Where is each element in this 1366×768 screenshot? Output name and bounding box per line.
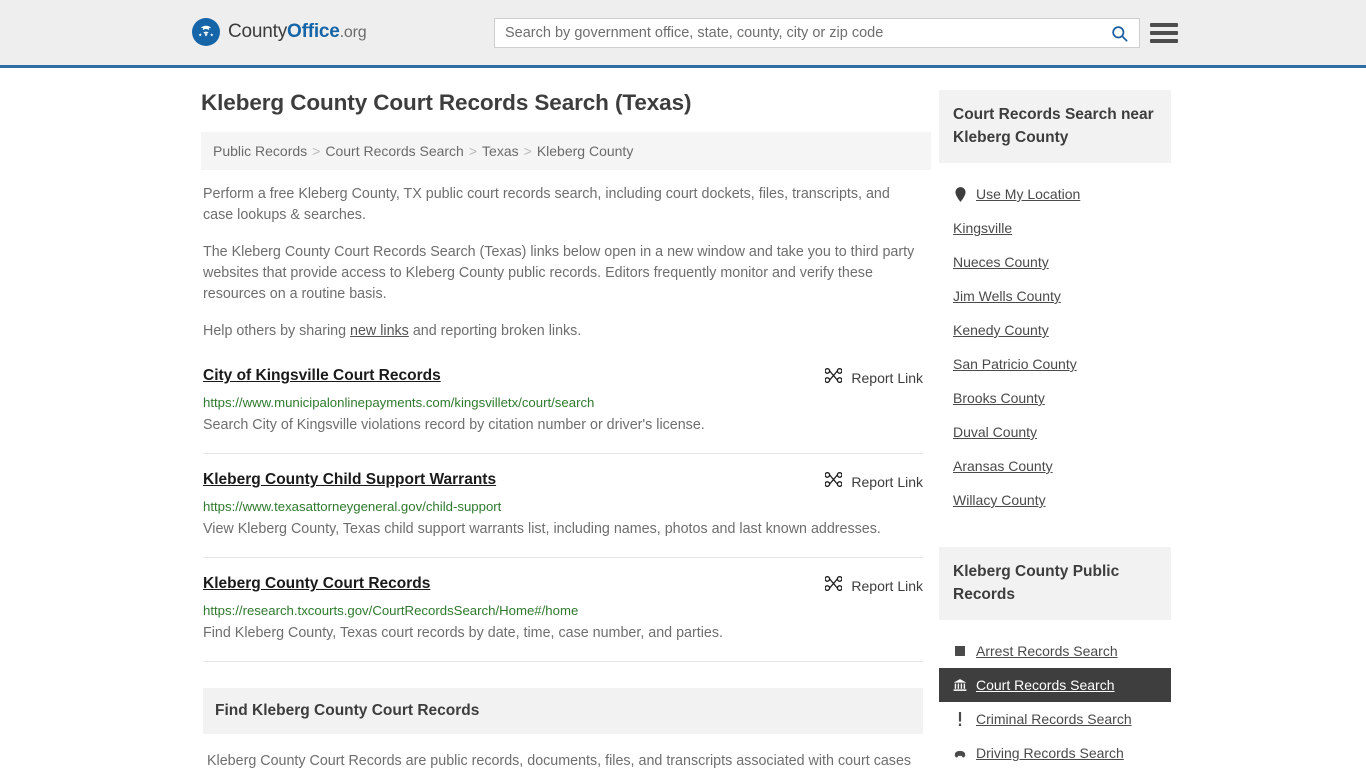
- sidebar-item-label: Jim Wells County: [953, 288, 1061, 304]
- intro-text: Perform a free Kleberg County, TX public…: [195, 184, 931, 342]
- sidebar-item-kenedy-county[interactable]: Kenedy County: [939, 313, 1171, 347]
- result-url[interactable]: https://www.municipalonlinepayments.com/…: [203, 395, 923, 410]
- sidebar-item-driving-records-search[interactable]: Driving Records Search: [939, 736, 1171, 768]
- new-links-link[interactable]: new links: [350, 323, 409, 339]
- sidebar-item-jim-wells-county[interactable]: Jim Wells County: [939, 279, 1171, 313]
- sidebar-item-label: Use My Location: [976, 186, 1081, 202]
- sidebar-item-use-my-location[interactable]: Use My Location: [939, 177, 1171, 211]
- sidebar-item-label: San Patricio County: [953, 356, 1077, 372]
- eagle-seal-icon: [192, 18, 220, 46]
- fingerprint-icon: [953, 643, 967, 659]
- exclamation-icon: [953, 711, 967, 727]
- result-description: Search City of Kingsville violations rec…: [203, 417, 705, 433]
- public-records-list: Arrest Records Search Court Records Sear…: [939, 634, 1171, 768]
- site-logo[interactable]: CountyOffice.org: [192, 18, 367, 46]
- find-records-section: Find Kleberg County Court Records Kleber…: [195, 688, 931, 768]
- report-link-label: Report Link: [851, 474, 923, 490]
- logo-text-office: Office: [287, 21, 340, 42]
- sidebar-item-willacy-county[interactable]: Willacy County: [939, 483, 1171, 517]
- find-records-body: Kleberg County Court Records are public …: [207, 753, 912, 768]
- breadcrumb-separator: >: [468, 143, 478, 159]
- site-logo-text: CountyOffice.org: [228, 21, 367, 43]
- search-bar: [494, 18, 1140, 48]
- site-header: CountyOffice.org: [0, 0, 1366, 68]
- sidebar-item-label: Duval County: [953, 424, 1038, 440]
- sidebar-item-label: Brooks County: [953, 390, 1045, 406]
- intro-p3-before: Help others by sharing: [203, 323, 351, 339]
- report-link-label: Report Link: [851, 578, 923, 594]
- sidebar-item-nueces-county[interactable]: Nueces County: [939, 245, 1171, 279]
- main-column: Kleberg County Court Records Search (Tex…: [195, 68, 931, 768]
- result-description: Find Kleberg County, Texas court records…: [203, 625, 723, 641]
- public-records-card: Kleberg County Public Records Arrest Rec…: [939, 547, 1171, 768]
- car-icon: [953, 745, 967, 761]
- sidebar-item-label: Aransas County: [953, 458, 1053, 474]
- breadcrumb-item-public-records[interactable]: Public Records: [213, 143, 307, 159]
- sidebar-item-label: Arrest Records Search: [976, 643, 1118, 659]
- breadcrumb-item-kleberg-county[interactable]: Kleberg County: [537, 143, 634, 159]
- breadcrumb-separator: >: [523, 143, 532, 159]
- breadcrumb: Public Records > Court Records Search > Texa…: [201, 132, 931, 170]
- result-description: View Kleberg County, Texas child support…: [203, 521, 881, 537]
- sidebar-item-kingsville[interactable]: Kingsville: [939, 211, 1171, 245]
- hamburger-menu-icon[interactable]: [1150, 19, 1178, 47]
- logo-text-org: .org: [339, 24, 367, 41]
- sidebar-item-label: Court Records Search: [976, 677, 1115, 693]
- breadcrumb-separator: >: [312, 143, 321, 159]
- public-records-heading: Kleberg County Public Records: [939, 547, 1171, 620]
- hamburger-bar: [1150, 23, 1178, 27]
- sidebar-item-criminal-records-search[interactable]: Criminal Records Search: [939, 702, 1171, 736]
- nearby-search-list: Use My Location Kingsville Nueces County…: [939, 177, 1171, 517]
- sidebar-item-san-patricio-county[interactable]: San Patricio County: [939, 347, 1171, 381]
- sidebar-item-label: Criminal Records Search: [976, 711, 1132, 727]
- report-link-label: Report Link: [851, 370, 923, 386]
- result-item: City of Kingsville Court Records Report …: [203, 366, 923, 454]
- sidebar-item-brooks-county[interactable]: Brooks County: [939, 381, 1171, 415]
- logo-text-county: County: [228, 21, 288, 42]
- sidebar-item-label: Nueces County: [953, 254, 1049, 270]
- find-records-heading: Find Kleberg County Court Records: [203, 688, 923, 734]
- sidebar-item-label: Kingsville: [953, 220, 1013, 236]
- report-link-button[interactable]: Report Link: [824, 367, 923, 389]
- intro-paragraph-3: Help others by sharing new links and rep…: [203, 321, 923, 342]
- report-link-button[interactable]: Report Link: [824, 471, 923, 493]
- page-body: Kleberg County Court Records Search (Tex…: [0, 68, 1366, 768]
- page-title: Kleberg County Court Records Search (Tex…: [201, 90, 692, 115]
- intro-paragraph-1: Perform a free Kleberg County, TX public…: [203, 186, 890, 223]
- result-title-link[interactable]: Kleberg County Court Records: [203, 574, 430, 594]
- breadcrumb-item-court-records-search[interactable]: Court Records Search: [325, 143, 464, 159]
- sidebar-item-label: Kenedy County: [953, 322, 1049, 338]
- result-item: Kleberg County Court Records Report Link…: [203, 574, 923, 662]
- search-input[interactable]: [495, 19, 1099, 47]
- sidebar-item-duval-county[interactable]: Duval County: [939, 415, 1171, 449]
- sidebar-item-label: Willacy County: [953, 492, 1046, 508]
- sidebar-item-aransas-county[interactable]: Aransas County: [939, 449, 1171, 483]
- sidebar-item-arrest-records-search[interactable]: Arrest Records Search: [939, 634, 1171, 668]
- map-pin-icon: [953, 186, 967, 202]
- nearby-search-card: Court Records Search near Kleberg County…: [939, 90, 1171, 517]
- hamburger-bar: [1150, 31, 1178, 35]
- results-list: City of Kingsville Court Records Report …: [195, 366, 931, 662]
- search-button[interactable]: [1099, 19, 1139, 47]
- sidebar-item-court-records-search[interactable]: Court Records Search: [939, 668, 1171, 702]
- intro-p3-after: and reporting broken links.: [408, 323, 582, 339]
- report-link-button[interactable]: Report Link: [824, 575, 923, 597]
- broken-link-icon: [824, 575, 843, 597]
- courthouse-icon: [953, 677, 967, 693]
- result-title-link[interactable]: City of Kingsville Court Records: [203, 366, 441, 386]
- nearby-search-heading: Court Records Search near Kleberg County: [939, 90, 1171, 163]
- result-title-link[interactable]: Kleberg County Child Support Warrants: [203, 470, 496, 490]
- intro-paragraph-2: The Kleberg County Court Records Search …: [203, 244, 915, 302]
- result-item: Kleberg County Child Support Warrants Re…: [203, 470, 923, 558]
- broken-link-icon: [824, 367, 843, 389]
- result-url[interactable]: https://research.txcourts.gov/CourtRecor…: [203, 603, 923, 618]
- sidebar: Court Records Search near Kleberg County…: [939, 68, 1171, 768]
- breadcrumb-item-texas[interactable]: Texas: [482, 143, 519, 159]
- sidebar-item-label: Driving Records Search: [976, 745, 1124, 761]
- hamburger-bar: [1150, 39, 1178, 43]
- result-url[interactable]: https://www.texasattorneygeneral.gov/chi…: [203, 499, 923, 514]
- broken-link-icon: [824, 471, 843, 493]
